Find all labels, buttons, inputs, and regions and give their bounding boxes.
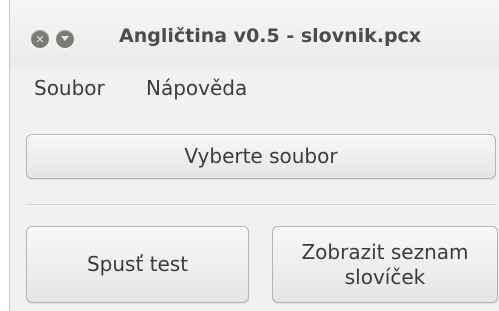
app-window: ✕ Angličtina v0.5 - slovnik.pcx Soubor N… [9,0,499,311]
select-file-button[interactable]: Vyberte soubor [26,134,496,179]
separator [26,204,496,206]
show-word-list-button[interactable]: Zobrazit seznam slovíček [272,226,498,303]
title-bar[interactable]: ✕ Angličtina v0.5 - slovnik.pcx [10,0,499,68]
menu-bar: Soubor Nápověda [10,68,499,108]
window-title: Angličtina v0.5 - slovnik.pcx [119,25,422,47]
start-test-button[interactable]: Spusť test [26,226,249,303]
close-icon[interactable]: ✕ [31,30,49,48]
menu-item-napoveda[interactable]: Nápověda [146,76,247,100]
minimize-icon[interactable] [56,30,74,48]
menu-item-soubor[interactable]: Soubor [34,76,105,100]
